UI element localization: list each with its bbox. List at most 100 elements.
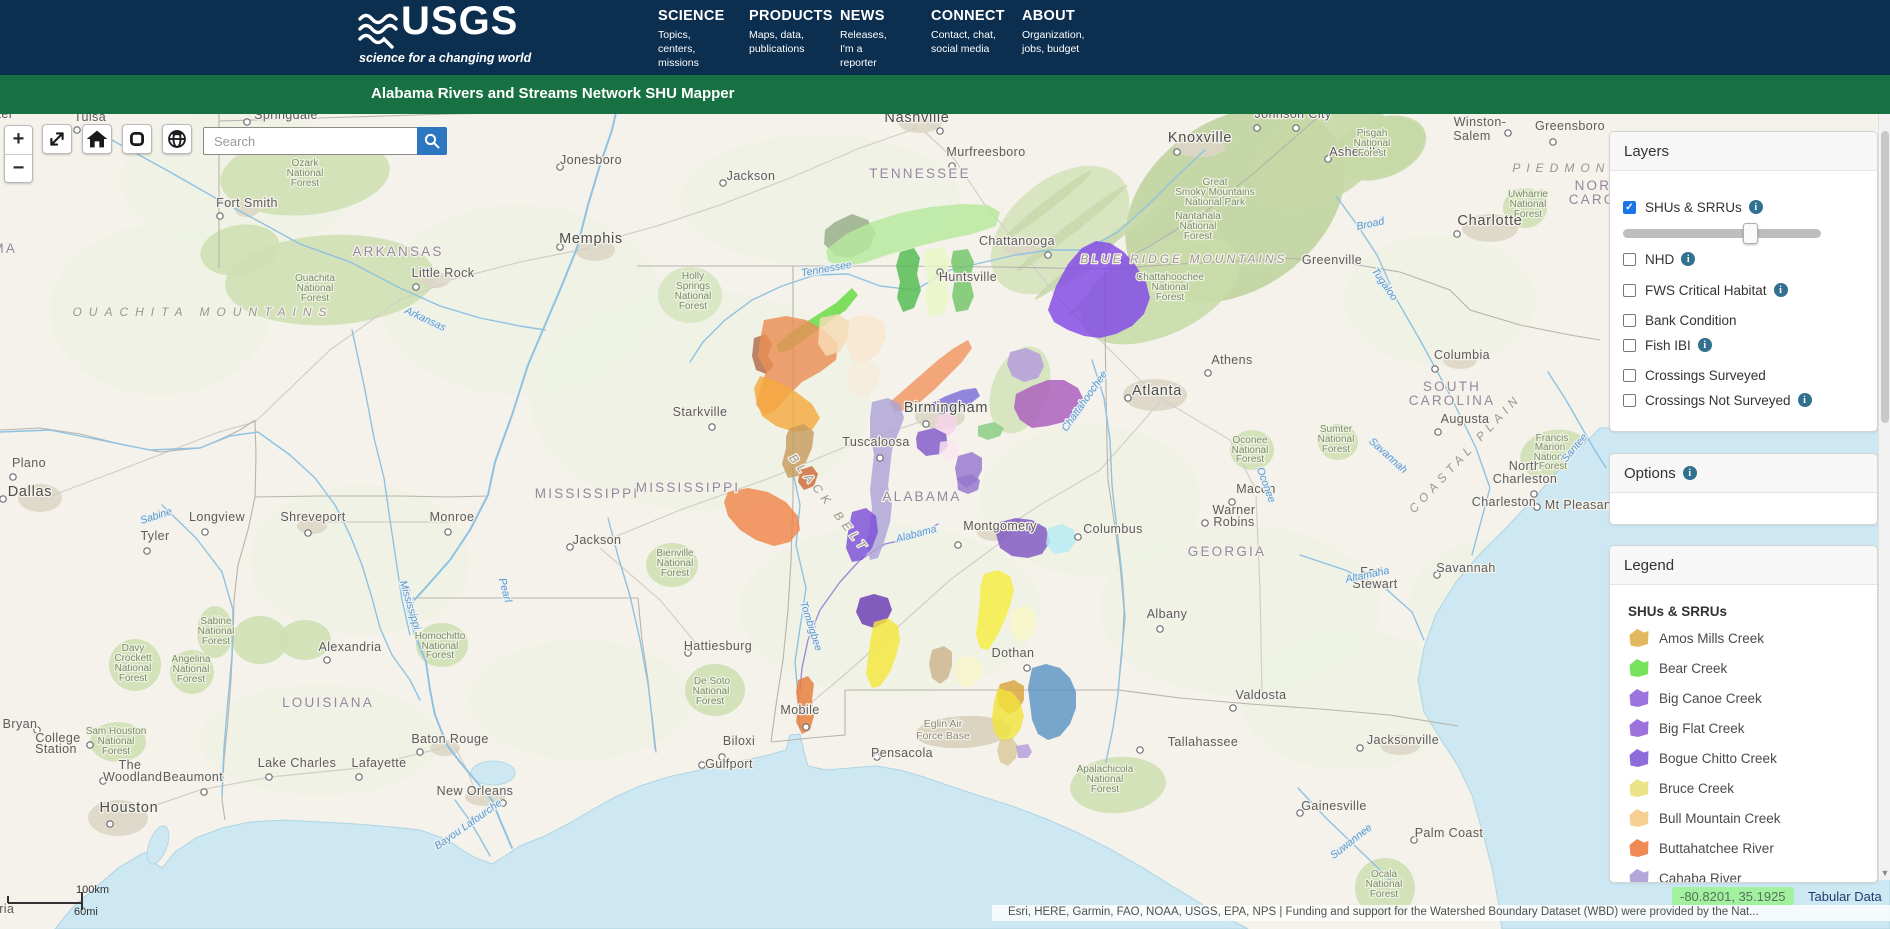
map-label: Forest: [1322, 444, 1351, 455]
map-label: Columbia: [1434, 348, 1490, 362]
layer-info-icon[interactable]: i: [1698, 338, 1712, 352]
nav-item-news[interactable]: NEWSReleases, I'm a reporter: [840, 8, 928, 70]
map-label: Jackson: [573, 533, 622, 547]
layer-opacity-slider[interactable]: [1623, 229, 1821, 238]
map-label: Albany: [1147, 607, 1188, 621]
map-label: Biloxi: [723, 734, 755, 748]
map-label: LOUISIANA: [282, 695, 374, 710]
map-label: Forest: [426, 650, 455, 661]
legend-item: Amos Mills Creek: [1628, 628, 1764, 648]
layer-row-bank-condition: Bank Condition: [1623, 312, 1737, 328]
nav-label[interactable]: CONNECT: [931, 8, 1019, 24]
map-label: Stillwater: [0, 114, 13, 121]
nav-label[interactable]: SCIENCE: [658, 8, 746, 24]
legend-item: Big Flat Creek: [1628, 718, 1745, 738]
extent-button[interactable]: [122, 124, 152, 154]
search-icon: [423, 132, 441, 150]
layer-label: Bank Condition: [1645, 313, 1737, 328]
legend-swatch: [1628, 718, 1650, 738]
map-label: Forest: [102, 746, 131, 757]
nav-item-connect[interactable]: CONNECT Contact, chat, social media: [931, 8, 1019, 56]
map-label: Charleston: [1472, 495, 1536, 509]
layer-label: FWS Critical Habitat: [1645, 283, 1767, 298]
layer-checkbox[interactable]: [1623, 394, 1636, 407]
layer-info-icon[interactable]: i: [1681, 252, 1695, 266]
nav-label[interactable]: PRODUCTS: [749, 8, 837, 24]
map-label: Station: [35, 742, 77, 756]
layer-info-icon[interactable]: i: [1774, 283, 1788, 297]
map-label: Eglin Air: [924, 718, 963, 730]
zoom-control: + −: [4, 125, 33, 183]
nav-label[interactable]: NEWS: [840, 8, 928, 24]
usgs-header: USGS science for a changing world SCIENC…: [0, 0, 1890, 75]
map-canvas[interactable]: TulsaSpringdaleFort SmithLittle RockMemp…: [0, 114, 1890, 929]
layer-checkbox[interactable]: [1623, 339, 1636, 352]
attribution-text: Esri, HERE, Garmin, FAO, NOAA, USGS, EPA…: [1008, 906, 1759, 918]
zoom-out-button[interactable]: −: [5, 155, 32, 183]
layer-checkbox[interactable]: [1623, 284, 1636, 297]
layer-checkbox[interactable]: ✓: [1623, 201, 1636, 214]
map-label: Mobile: [780, 703, 819, 717]
map-label: TENNESSEE: [869, 166, 971, 181]
options-panel-header: Options i: [1610, 454, 1877, 493]
map-label: Columbus: [1083, 522, 1142, 536]
zoom-in-button[interactable]: +: [5, 126, 32, 155]
map-label: Fort Smith: [216, 196, 278, 210]
scrollbar-down-arrow[interactable]: ▼: [1879, 866, 1890, 880]
nav-item-products[interactable]: PRODUCTSMaps, data, publications: [749, 8, 837, 56]
layer-label: Fish IBI: [1645, 338, 1691, 353]
search-input[interactable]: [203, 127, 417, 155]
map-container[interactable]: TulsaSpringdaleFort SmithLittle RockMemp…: [0, 114, 1890, 929]
fullscreen-button[interactable]: [42, 124, 72, 154]
map-label: Huntsville: [939, 270, 997, 284]
map-label: Atlanta: [1132, 383, 1182, 399]
map-label: Baton Rouge: [411, 732, 488, 746]
map-label: New Orleans: [437, 784, 514, 798]
app-title: Alabama Rivers and Streams Network SHU M…: [371, 85, 734, 102]
map-label: Murfreesboro: [946, 145, 1025, 159]
layer-info-icon[interactable]: i: [1749, 200, 1763, 214]
usgs-logo[interactable]: USGS science for a changing world: [357, 5, 587, 71]
legend-item: Bear Creek: [1628, 658, 1727, 678]
map-label: Gainesville: [1301, 799, 1367, 813]
options-info-icon[interactable]: i: [1683, 466, 1697, 480]
map-label: Houston: [100, 800, 159, 816]
nav-item-about[interactable]: ABOUTOrganization, jobs, budget: [1022, 8, 1110, 56]
basemap-globe-button[interactable]: [162, 124, 192, 154]
panel-scrollbar[interactable]: ▼: [1878, 114, 1890, 880]
layer-checkbox[interactable]: [1623, 314, 1636, 327]
nav-label[interactable]: ABOUT: [1022, 8, 1110, 24]
usgs-wave-icon: [357, 9, 401, 53]
layer-row-crossings-surveyed: Crossings Surveyed: [1623, 367, 1766, 383]
map-label: Greensboro: [1535, 119, 1605, 133]
layer-row-fish-ibi: Fish IBI i: [1623, 337, 1712, 353]
search-button[interactable]: [417, 127, 447, 155]
legend-item: Big Canoe Creek: [1628, 688, 1762, 708]
map-label: Salem: [1453, 129, 1490, 143]
layer-checkbox[interactable]: [1623, 369, 1636, 382]
map-label: Jackson: [727, 169, 776, 183]
map-label: Winston-: [1454, 115, 1507, 129]
layer-info-icon[interactable]: i: [1798, 393, 1812, 407]
map-label: Forest: [679, 301, 708, 312]
slider-thumb[interactable]: [1743, 223, 1758, 244]
map-label: CAROLINA: [1409, 393, 1496, 408]
tabular-data-link[interactable]: Tabular Data: [1808, 889, 1882, 904]
home-button[interactable]: [82, 124, 112, 154]
map-label: Gulfport: [705, 757, 753, 771]
map-label: Dallas: [8, 484, 53, 500]
scrollbar-thumb[interactable]: [1881, 131, 1889, 423]
legend-swatch: [1628, 838, 1650, 858]
map-label: Athens: [1211, 353, 1252, 367]
legend-swatch: [1628, 748, 1650, 768]
map-label: Forest: [1156, 292, 1185, 303]
layer-label: SHUs & SRRUs: [1645, 200, 1742, 215]
nav-sublabel: Contact, chat, social media: [931, 28, 1019, 56]
attribution-bar: Esri, HERE, Garmin, FAO, NOAA, USGS, EPA…: [992, 905, 1890, 921]
map-label: Starkville: [673, 405, 728, 419]
map-label: Tallahassee: [1168, 735, 1238, 749]
nav-item-science[interactable]: SCIENCETopics, centers, missions: [658, 8, 746, 70]
legend-item-label: Bull Mountain Creek: [1659, 811, 1781, 826]
map-label: Monroe: [430, 510, 475, 524]
layer-checkbox[interactable]: [1623, 253, 1636, 266]
